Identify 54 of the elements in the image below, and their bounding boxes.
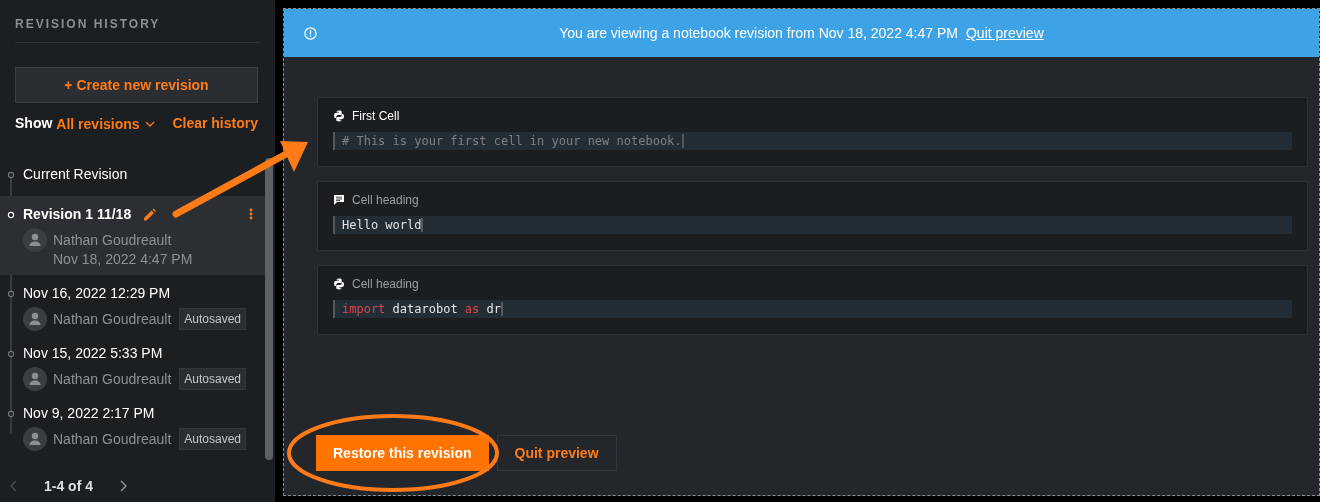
python-icon xyxy=(333,110,345,122)
more-options-icon xyxy=(249,208,253,220)
chevron-down-icon xyxy=(144,121,155,127)
next-page-button[interactable] xyxy=(118,478,129,494)
banner-message: You are viewing a notebook revision from Nov 18, 2022 4:47 PM xyxy=(559,25,958,41)
info-icon xyxy=(304,26,317,40)
author-name: Nathan Goudreault xyxy=(53,232,173,248)
code-editor[interactable]: # This is your first cell in your new notebook. xyxy=(333,132,1292,150)
page-range: 1-4 of 4 xyxy=(44,478,93,494)
pencil-icon xyxy=(143,207,157,221)
timeline-dot xyxy=(7,350,15,358)
revision-title: Current Revision xyxy=(23,166,128,182)
revision-title: Nov 16, 2022 12:29 PM xyxy=(23,285,171,301)
show-label: Show xyxy=(15,115,53,131)
avatar-icon xyxy=(23,307,47,331)
comment-icon xyxy=(333,194,345,206)
code-line: import datarobot as dr xyxy=(342,302,503,316)
avatar-icon xyxy=(23,427,47,451)
revision-item[interactable]: Revision 1 11/18 Nathan Goudreault Nov 18, 2022 4:47 PM xyxy=(0,196,265,275)
clear-history-link[interactable]: Clear history xyxy=(172,115,258,131)
revision-title: Revision 1 11/18 xyxy=(23,206,132,222)
revision-date: Nov 18, 2022 4:47 PM xyxy=(53,251,193,267)
author-name: Nathan Goudreault xyxy=(53,371,172,387)
author-name: Nathan Goudreault xyxy=(53,431,172,447)
autosaved-tag: Autosaved xyxy=(179,308,247,330)
panel-title: REVISION HISTORY xyxy=(15,17,260,43)
chevron-left-icon xyxy=(10,480,17,492)
chevron-right-icon xyxy=(120,480,127,492)
autosaved-tag: Autosaved xyxy=(179,368,247,390)
code-editor[interactable]: Hello world xyxy=(333,216,1292,234)
timeline-dot xyxy=(7,211,15,219)
quit-preview-button[interactable]: Quit preview xyxy=(496,435,617,471)
timeline-dot xyxy=(7,410,15,418)
revision-item[interactable]: Current Revision xyxy=(0,166,265,182)
cell-heading: Cell heading xyxy=(352,193,419,207)
filter-dropdown[interactable]: All revisions xyxy=(56,116,155,132)
cell-heading: Cell heading xyxy=(352,277,419,291)
code-editor[interactable]: import datarobot as dr xyxy=(333,300,1292,318)
avatar-icon xyxy=(23,367,47,391)
code-line: Hello world xyxy=(342,218,424,232)
revision-item[interactable]: Nov 16, 2022 12:29 PM Nathan Goudreault Autosaved xyxy=(0,285,265,331)
timeline-dot xyxy=(7,171,15,179)
cell-heading: First Cell xyxy=(352,109,400,123)
revision-title: Nov 15, 2022 5:33 PM xyxy=(23,345,163,361)
timeline-dot xyxy=(7,290,15,298)
revision-item[interactable]: Nov 9, 2022 2:17 PM Nathan Goudreault Autosaved xyxy=(0,405,265,451)
revision-title: Nov 9, 2022 2:17 PM xyxy=(23,405,155,421)
author-name: Nathan Goudreault xyxy=(53,311,172,327)
create-revision-button[interactable]: + Create new revision xyxy=(15,67,258,103)
avatar-icon xyxy=(23,228,47,252)
autosaved-tag: Autosaved xyxy=(179,428,247,450)
revision-item[interactable]: Nov 15, 2022 5:33 PM Nathan Goudreault Autosaved xyxy=(0,345,265,391)
code-line: # This is your first cell in your new notebook. xyxy=(342,134,684,148)
python-icon xyxy=(333,278,345,290)
